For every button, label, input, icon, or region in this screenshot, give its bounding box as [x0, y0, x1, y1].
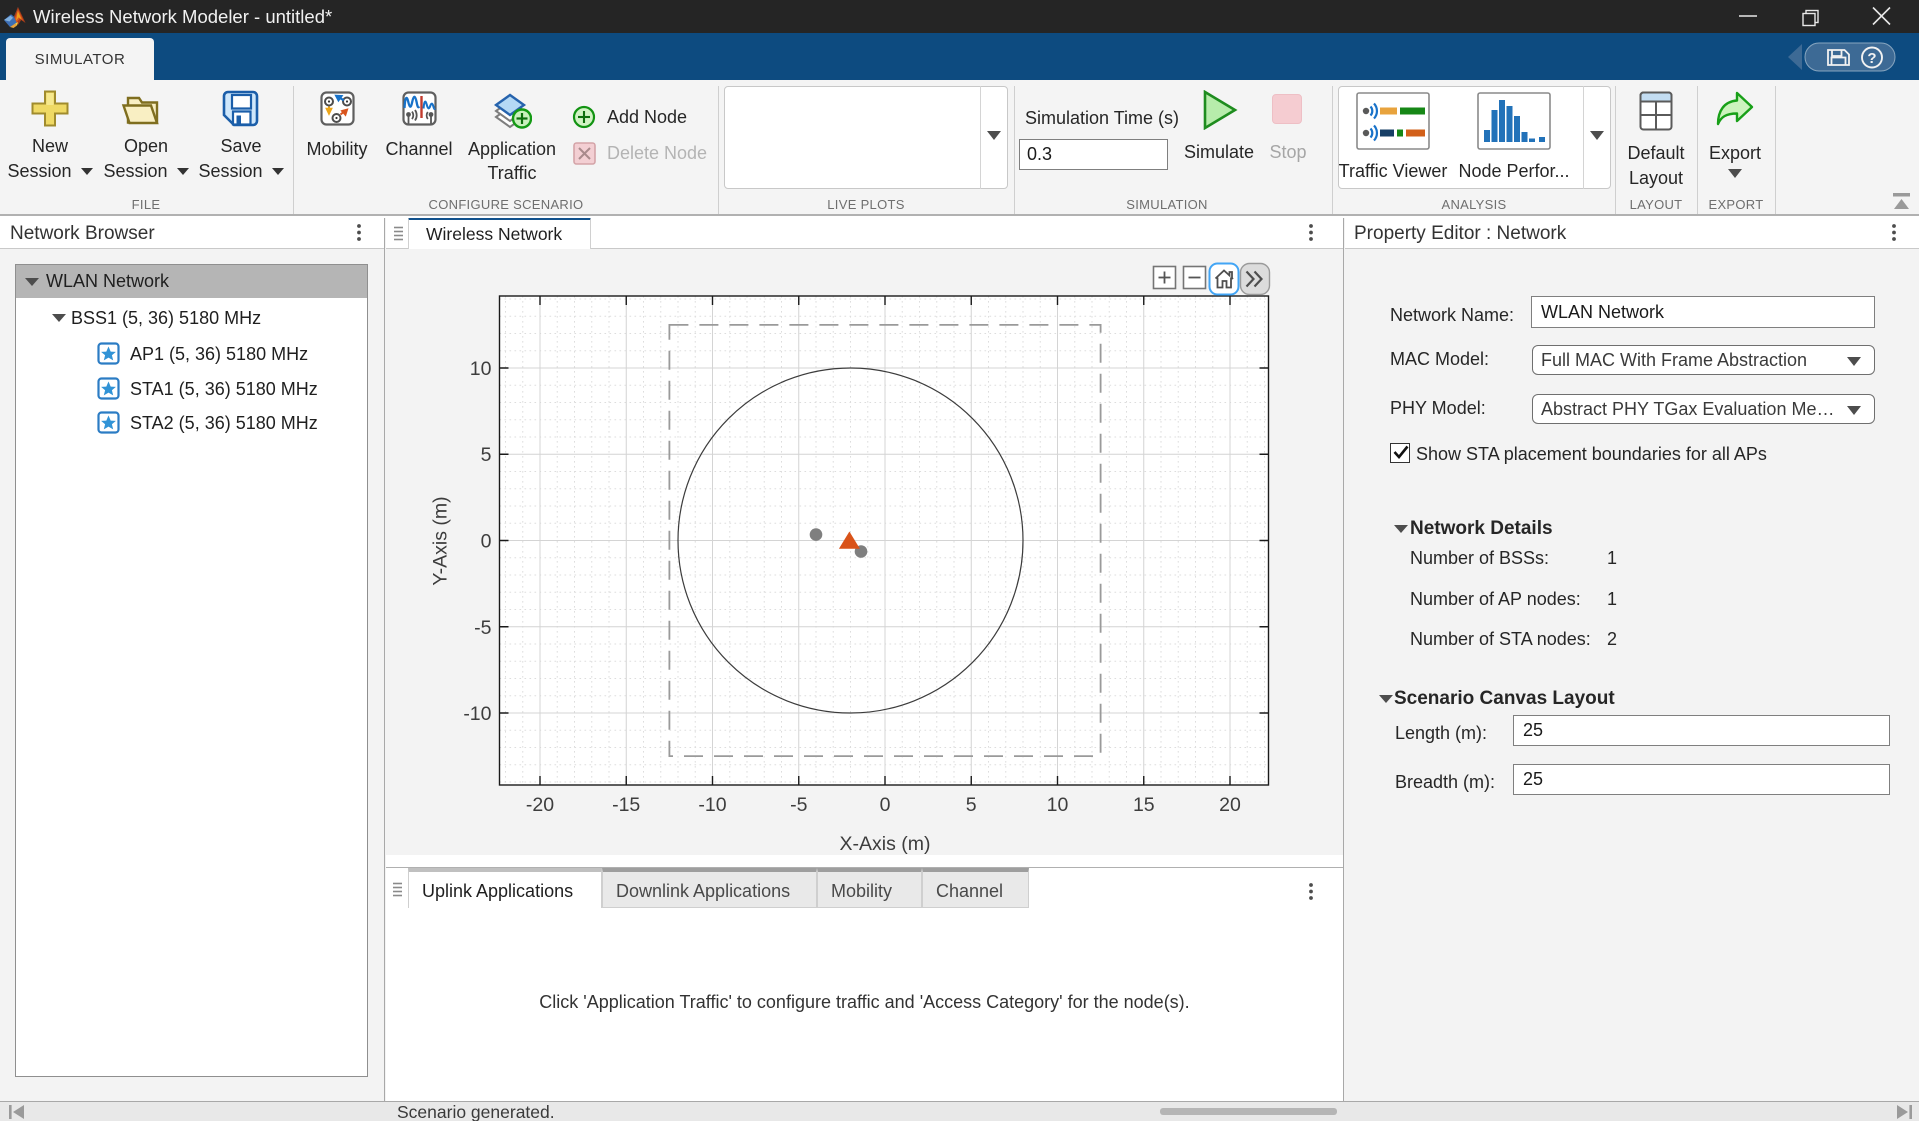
svg-text:0: 0 — [481, 531, 492, 553]
svg-text:10: 10 — [1047, 794, 1069, 816]
svg-text:0: 0 — [880, 794, 891, 816]
svg-text:5: 5 — [481, 444, 492, 466]
svg-text:-15: -15 — [612, 794, 640, 816]
svg-text:?: ? — [1867, 50, 1876, 67]
svg-text:-20: -20 — [526, 794, 554, 816]
svg-text:X-Axis (m): X-Axis (m) — [840, 833, 931, 855]
svg-text:10: 10 — [470, 358, 492, 380]
svg-text:5: 5 — [966, 794, 977, 816]
svg-text:15: 15 — [1133, 794, 1155, 816]
svg-text:-5: -5 — [790, 794, 807, 816]
svg-text:-10: -10 — [698, 794, 726, 816]
svg-text:20: 20 — [1219, 794, 1241, 816]
svg-text:Y-Axis (m): Y-Axis (m) — [430, 496, 452, 585]
svg-text:-10: -10 — [463, 703, 491, 725]
svg-text:-5: -5 — [474, 617, 491, 639]
